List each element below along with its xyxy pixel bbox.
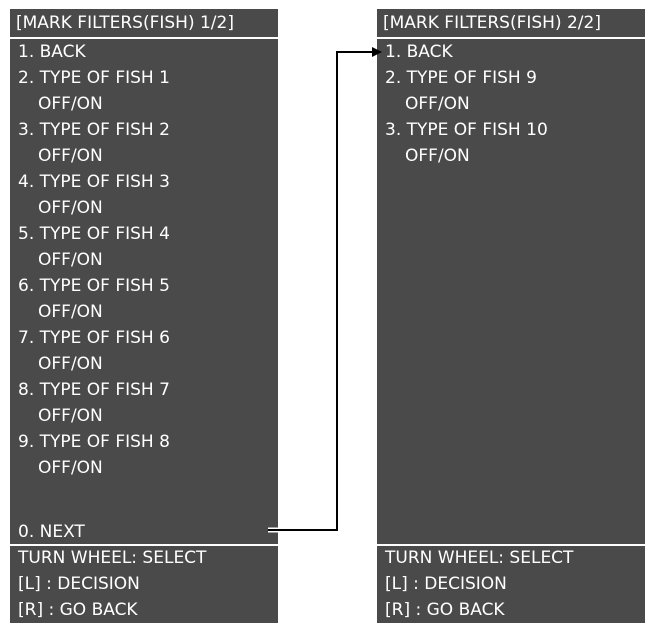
connector-line <box>268 51 372 531</box>
arrow-head-icon <box>372 47 382 57</box>
next-page-connector-arrow <box>268 47 382 533</box>
